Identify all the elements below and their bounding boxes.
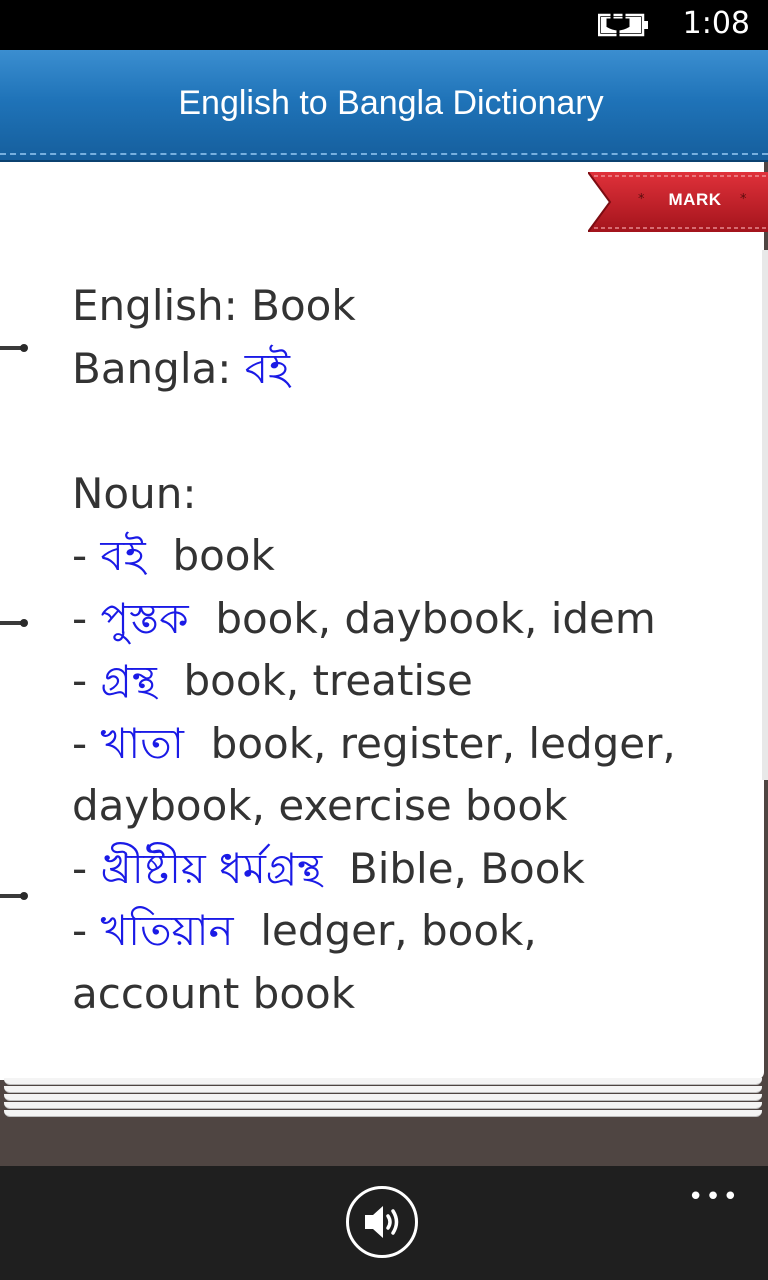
- meaning-continuation: daybook, exercise book: [72, 781, 568, 830]
- meaning-item: - খ্রীষ্টীয় ধর্মগ্রন্থ Bible, Book: [72, 843, 585, 893]
- more-options-button[interactable]: •••: [688, 1182, 740, 1212]
- page-title: English to Bangla Dictionary: [178, 84, 604, 122]
- english-label: English:: [72, 281, 252, 330]
- english-word: Book: [251, 281, 356, 330]
- bangla-word: বই: [244, 343, 290, 393]
- meaning-english: book, treatise: [156, 656, 473, 705]
- battery-charging-icon: [598, 12, 648, 38]
- pronounce-button[interactable]: [346, 1186, 418, 1258]
- meaning-bangla: গ্রন্থ: [100, 656, 157, 705]
- meaning-item: - খাতা book, register, ledger,: [72, 718, 676, 768]
- dictionary-entry: English: Book Bangla: বই Noun: - বই book…: [72, 275, 752, 1025]
- meaning-continuation: account book: [72, 968, 356, 1018]
- meaning-bangla: খ্রীষ্টীয় ধর্মগ্রন্থ: [100, 843, 323, 893]
- meaning-item: - বই book: [72, 531, 275, 580]
- meaning-english: book, daybook, idem: [188, 593, 656, 643]
- star-icon: *: [638, 192, 645, 207]
- meaning-english: Bible, Book: [322, 843, 585, 893]
- speaker-icon: [365, 1206, 399, 1238]
- binder-ring-icon: [0, 344, 28, 352]
- meaning-bangla: পুস্তক: [100, 593, 189, 643]
- binder-ring-icon: [0, 892, 28, 900]
- meaning-item: - পুস্তক book, daybook, idem: [72, 593, 656, 643]
- mark-label: MARK: [668, 190, 722, 209]
- meaning-item: - খতিয়ান ledger, book,: [72, 906, 537, 955]
- meaning-english: book: [145, 531, 275, 580]
- status-time: 1:08: [682, 6, 750, 41]
- meaning-item: - গ্রন্থ book, treatise: [72, 656, 473, 705]
- status-bar: 1:08: [0, 0, 768, 50]
- english-line: English: Book: [72, 275, 752, 338]
- star-icon: *: [740, 192, 747, 207]
- meaning-english: ledger, book,: [233, 906, 537, 955]
- header-stitch-line: [0, 153, 768, 155]
- bangla-line: Bangla: বই: [72, 338, 752, 401]
- page-edge: [762, 250, 768, 780]
- meaning-english: book, register, ledger,: [183, 718, 676, 768]
- binder-ring-icon: [0, 619, 28, 627]
- page-stack: [0, 1078, 768, 1120]
- meaning-bangla: খতিয়ান: [100, 906, 234, 955]
- bangla-label: Bangla:: [72, 343, 245, 393]
- meaning-bangla: বই: [100, 531, 146, 580]
- meaning-bangla: খাতা: [100, 718, 184, 768]
- part-of-speech: Noun:: [72, 468, 197, 518]
